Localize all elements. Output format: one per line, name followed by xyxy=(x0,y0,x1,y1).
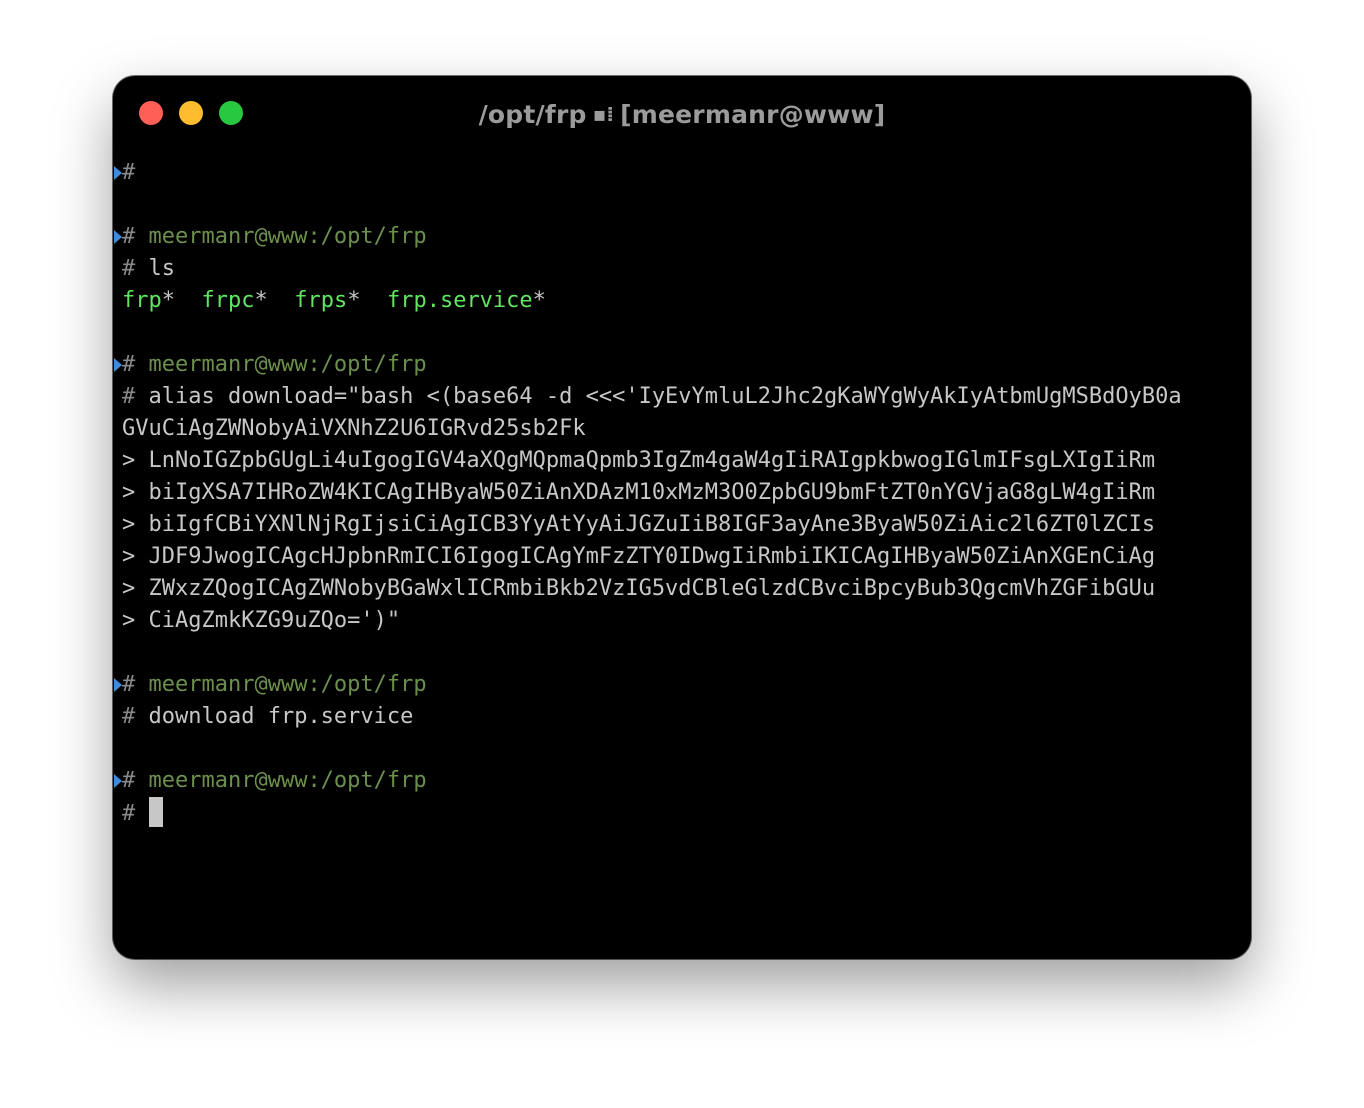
prompt-line: # xyxy=(113,157,1251,189)
prompt-marker-icon xyxy=(114,774,122,788)
command-line: # alias download="bash <(base64 -d <<<'I… xyxy=(113,381,1251,413)
title-user: [meermanr@www] xyxy=(620,100,886,129)
prompt-hash: # xyxy=(122,384,136,409)
prompt-line: # meermanr@www:/opt/frp xyxy=(113,669,1251,701)
prompt-hash: # xyxy=(122,352,136,377)
prompt-path: meermanr@www:/opt/frp xyxy=(148,768,427,793)
panes-divider-icon: ▪⁞ xyxy=(592,102,615,126)
prompt-path: meermanr@www:/opt/frp xyxy=(148,672,427,697)
prompt-hash: # xyxy=(122,160,136,185)
title-bar[interactable]: /opt/frp ▪⁞ [meermanr@www] xyxy=(113,76,1251,152)
prompt-marker-icon xyxy=(114,230,122,244)
prompt-line: # meermanr@www:/opt/frp xyxy=(113,221,1251,253)
prompt-hash: # xyxy=(122,704,136,729)
command-text: download frp.service xyxy=(148,704,414,729)
wrapped-line: GVuCiAgZWNobyAiVXNhZ2U6IGRvd25sb2Fk xyxy=(122,416,586,441)
continuation-line: > ZWxzZQogICAgZWNobyBGaWxlICRmbiBkb2VzIG… xyxy=(122,576,1156,601)
prompt-path: meermanr@www:/opt/frp xyxy=(148,224,427,249)
continuation-line: > JDF9JwogICAgcHJpbnRmICI6IgogICAgYmFzZT… xyxy=(122,544,1156,569)
prompt-marker-icon xyxy=(114,166,122,180)
command-line: # download frp.service xyxy=(113,701,1251,733)
command-line: # ls xyxy=(113,253,1251,285)
prompt-hash: # xyxy=(122,801,136,826)
prompt-marker-icon xyxy=(114,358,122,372)
file-entry: frp xyxy=(122,288,162,313)
prompt-hash: # xyxy=(122,672,136,697)
prompt-hash: # xyxy=(122,256,136,281)
continuation-line: > biIgfCBiYXNlNjRgIjsiCiAgICB3YyAtYyAiJG… xyxy=(122,512,1156,537)
prompt-line: # meermanr@www:/opt/frp xyxy=(113,349,1251,381)
ls-output: frp* frpc* frps* frp.service* xyxy=(122,288,546,313)
command-text: alias download="bash <(base64 -d <<<'IyE… xyxy=(148,384,1182,409)
file-entry: frpc xyxy=(201,288,255,313)
window-title: /opt/frp ▪⁞ [meermanr@www] xyxy=(113,98,1251,131)
prompt-marker-icon xyxy=(114,678,122,692)
input-line[interactable]: # xyxy=(113,797,1251,829)
terminal-output[interactable]: # # meermanr@www:/opt/frp # ls frp* frpc… xyxy=(113,157,1251,829)
continuation-line: > LnNoIGZpbGUgLi4uIgogIGV4aXQgMQpmaQpmb3… xyxy=(122,448,1156,473)
prompt-hash: # xyxy=(122,224,136,249)
file-entry: frps xyxy=(294,288,348,313)
file-entry: frp.service xyxy=(386,288,533,313)
prompt-path: meermanr@www:/opt/frp xyxy=(148,352,427,377)
terminal-window: /opt/frp ▪⁞ [meermanr@www] # # meermanr@ww… xyxy=(113,76,1251,959)
continuation-line: > CiAgZmkKZG9uZQo=')" xyxy=(122,608,401,633)
continuation-line: > biIgXSA7IHRoZW4KICAgIHByaW50ZiAnXDAzM1… xyxy=(122,480,1156,505)
command-text: ls xyxy=(148,256,176,281)
prompt-line: # meermanr@www:/opt/frp xyxy=(113,765,1251,797)
prompt-hash: # xyxy=(122,768,136,793)
text-cursor[interactable] xyxy=(148,797,163,827)
title-path: /opt/frp xyxy=(478,100,587,129)
